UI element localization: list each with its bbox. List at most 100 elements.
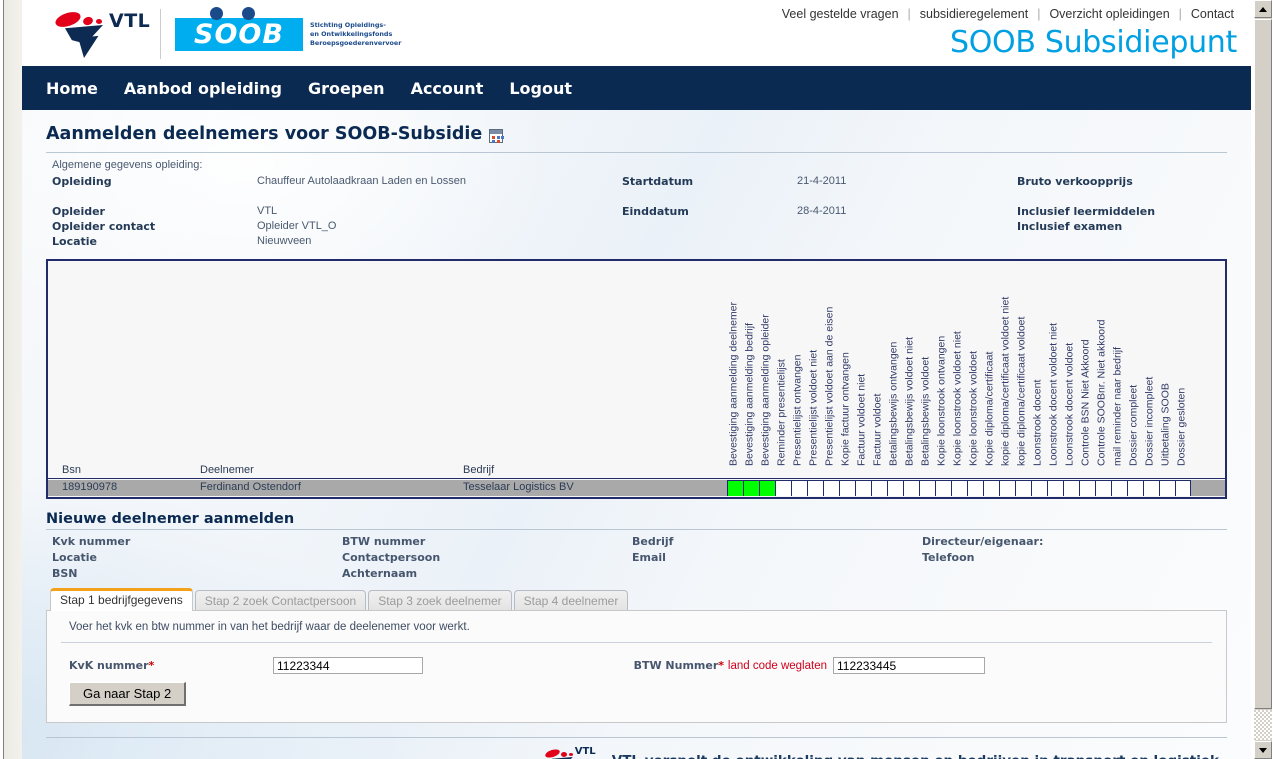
tab-stap-3-zoek-deelnemer[interactable]: Stap 3 zoek deelnemer [368,590,512,612]
brand-title: SOOB Subsidiepunt [949,25,1237,60]
nav-item-logout[interactable]: Logout [509,79,572,98]
site-header: Veel gestelde vragen | subsidieregelemen… [22,0,1251,66]
browser-scrollbar[interactable] [1251,0,1273,759]
grid-column-header: Deelnemer [200,464,254,476]
grid-status-column-label: Betalingsbewijs ontvangen [887,341,900,466]
status-cell-unchecked[interactable] [839,480,855,496]
section-title-nieuwe-deelnemer: Nieuwe deelnemer aanmelden [46,511,295,527]
meta-label-opleider: Opleider [52,205,105,218]
nav-item-home[interactable]: Home [46,79,98,98]
grid-status-column-label: Kopie factuur ontvangen [839,352,852,466]
utility-nav: Veel gestelde vragen | subsidieregelemen… [773,7,1243,21]
ga-naar-stap-2-button[interactable]: Ga naar Stap 2 [69,682,187,706]
status-cell-unchecked[interactable] [871,480,887,496]
status-cell-unchecked[interactable] [903,480,919,496]
grid-status-column-label: Bevestiging aanmelding opleider [759,314,772,466]
grid-status-column-header: Dossier incompleet [1143,261,1159,468]
status-cell-unchecked[interactable] [855,480,871,496]
status-cell-unchecked[interactable] [1031,480,1047,496]
grid-status-column-header: Kopie factuur ontvangen [839,261,855,468]
grid-header-row: Bsn Deelnemer Bedrijf [48,464,1225,479]
status-cell-unchecked[interactable] [983,480,999,496]
status-cell-unchecked[interactable] [1015,480,1031,496]
vtl-logo-icon[interactable]: VTL [47,5,152,63]
meta-label-opleiding: Opleiding [52,175,112,188]
status-cell-unchecked[interactable] [791,480,807,496]
kvk-nummer-label: KvK nummer* [61,659,273,672]
grid-status-column-header: Kopie loonstrook voldoet niet [951,261,967,468]
status-cell-unchecked[interactable] [967,480,983,496]
meta-spacer [622,219,797,234]
status-cell-unchecked[interactable] [775,480,791,496]
status-cell-checked[interactable] [743,480,759,496]
meta-label-inclusief-examen: Inclusief examen [1017,220,1123,233]
soob-logo-head-right [242,6,255,20]
grid-rotated-headers: Bevestiging aanmelding deelnemer Bevestig… [48,261,1225,468]
vtl-logo-swoosh-medium [82,15,94,27]
status-cell-unchecked[interactable] [1063,480,1079,496]
scroll-down-button[interactable] [1254,741,1272,759]
table-cell: Ferdinand Ostendorf [200,481,301,493]
status-cell-unchecked[interactable] [951,480,967,496]
status-cell-unchecked[interactable] [807,480,823,496]
status-cell-unchecked[interactable] [1175,480,1191,496]
status-cell-unchecked[interactable] [1111,480,1127,496]
vtl-logo-text: VTL [109,10,151,32]
utility-link-faq[interactable]: Veel gestelde vragen [773,7,908,21]
status-cell-unchecked[interactable] [1047,480,1063,496]
btw-input-wrap [833,657,1003,674]
kvk-required-marker: * [148,659,155,672]
tab-stap-2-zoek-contactpersoon[interactable]: Stap 2 zoek Contactpersoon [194,590,367,612]
status-cell-unchecked[interactable] [887,480,903,496]
utility-link-subsidieregelement[interactable]: subsidieregelement [911,7,1037,21]
tab-stap-4-deelnemer[interactable]: Stap 4 deelnemer [513,590,629,612]
label-spacer [632,566,922,582]
grid-status-column-header: Betalingsbewijs ontvangen [887,261,903,468]
status-cell-unchecked[interactable] [1127,480,1143,496]
site-footer: VTL VTL versnelt de ontwikkeling van men… [46,737,1227,759]
nav-item-groepen[interactable]: Groepen [308,79,385,98]
grid-status-column-header: Presentielijst voldoet niet [807,261,823,468]
meta-label-locatie: Locatie [52,235,97,248]
utility-link-contact[interactable]: Contact [1182,7,1243,21]
status-cell-checked[interactable] [727,480,743,496]
status-cell-unchecked[interactable] [935,480,951,496]
grid-status-column-label: kopie diploma/certificaat voldoet [1015,316,1028,466]
footer-swoosh-small [568,753,573,756]
scroll-up-button[interactable] [1254,0,1272,18]
status-cell-unchecked[interactable] [1079,480,1095,496]
meta-label-einddatum: Einddatum [622,205,689,218]
scrollbar-thumb[interactable] [1254,19,1272,709]
page-title-text: Aanmelden deelnemers voor SOOB-Subsidie [46,124,483,144]
status-cell-unchecked[interactable] [1095,480,1111,496]
logo-group: VTL SOOB Stichting Opleidings- en Ontwik… [47,5,401,63]
status-cell-unchecked[interactable] [919,480,935,496]
browser-window: Veel gestelde vragen | subsidieregelemen… [0,0,1273,759]
utility-link-overzicht-opleidingen[interactable]: Overzicht opleidingen [1040,7,1178,21]
grid-status-column-header: Bevestiging aanmelding bedrijf [743,261,759,468]
footer-logo-text: VTL [574,746,596,757]
grid-status-column-header: kopie diploma/certificaat voldoet [1015,261,1031,468]
status-cell-unchecked[interactable] [1143,480,1159,496]
btw-nummer-input[interactable] [833,657,985,674]
nav-item-aanbod-opleiding[interactable]: Aanbod opleiding [124,79,282,98]
grid-status-column-label: Kopie loonstrook voldoet niet [951,331,964,466]
status-cell-unchecked[interactable] [999,480,1015,496]
wizard-panel-stap-1: Voer het kvk en btw nummer in van het be… [46,610,1227,723]
grid-status-column-label: mail reminder naar bedrijf [1111,346,1124,466]
soob-logo-icon[interactable]: SOOB Stichting Opleidings- en Ontwikkeli… [175,6,401,51]
calendar-icon[interactable] [489,129,504,143]
meta-spacer [797,234,1017,249]
logo-divider [160,9,161,59]
status-cell-unchecked[interactable] [1159,480,1175,496]
kvk-nummer-input[interactable] [273,657,423,674]
grid-status-column-header: Presentielijst ontvangen [791,261,807,468]
table-row[interactable]: 189190978 Ferdinand Ostendorf Tesselaar Lo… [48,480,1225,496]
nav-item-account[interactable]: Account [411,79,484,98]
status-cell-checked[interactable] [759,480,775,496]
grid-status-column-label: Bevestiging aanmelding bedrijf [743,322,756,466]
vtl-logo-swoosh-small [96,19,102,24]
tab-stap-1-bedrijfgegevens[interactable]: Stap 1 bedrijfgegevens [50,588,193,611]
status-cell-unchecked[interactable] [823,480,839,496]
panel-actions: Ga naar Stap 2 [61,682,1212,706]
